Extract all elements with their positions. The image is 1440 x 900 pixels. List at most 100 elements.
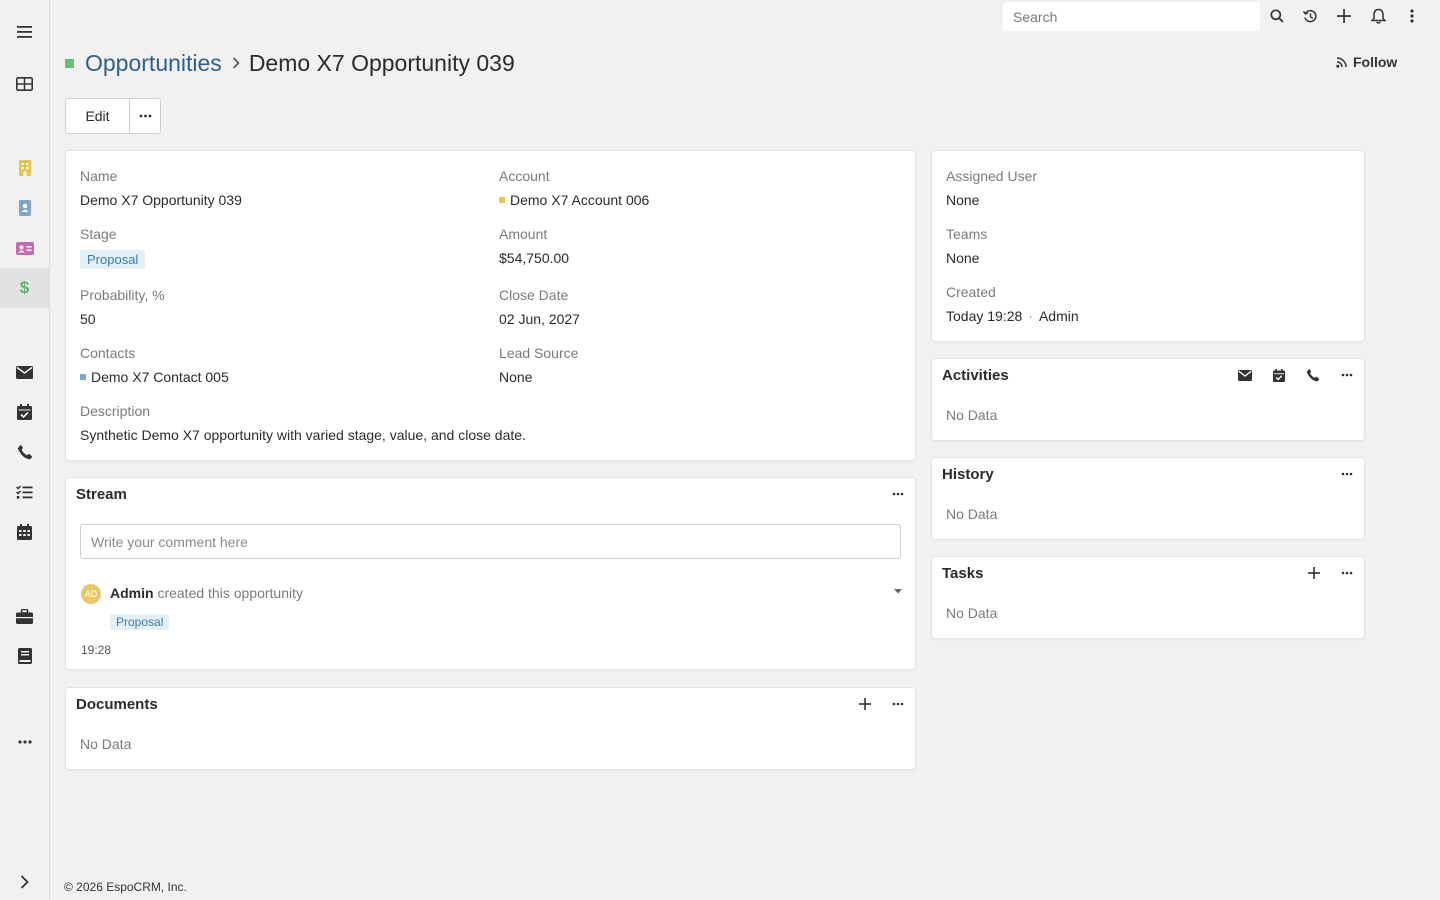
tasks-create-button[interactable] (1302, 562, 1326, 584)
stage-label: Stage (80, 226, 117, 242)
briefcase-icon (16, 608, 33, 624)
tasks-empty-text: No Data (946, 605, 998, 621)
compose-email-button[interactable] (1233, 364, 1257, 386)
documents-create-button[interactable] (853, 693, 877, 715)
account-color-dot (499, 197, 505, 203)
log-call-button[interactable] (1301, 364, 1325, 386)
teams-value: None (946, 250, 980, 266)
grid-icon (16, 77, 33, 91)
history-button[interactable] (1297, 4, 1323, 28)
search-button[interactable] (1264, 4, 1290, 28)
id-card-icon (15, 241, 34, 255)
history-icon (1302, 9, 1317, 22)
breadcrumb-chevron-icon (232, 57, 240, 69)
history-panel: History No Data (931, 457, 1365, 540)
hamburger-icon (16, 26, 32, 38)
close-date-label: Close Date (499, 287, 569, 303)
assigned-user-value: None (946, 192, 980, 208)
user-menu-button[interactable] (1399, 4, 1425, 28)
sidebar-item-emails[interactable] (0, 352, 49, 392)
caret-down-icon (894, 588, 902, 593)
phone-icon (1306, 368, 1320, 382)
sidebar-item-calls[interactable] (0, 432, 49, 472)
breadcrumb: Opportunities Demo X7 Opportunity 039 (65, 48, 515, 78)
breadcrumb-opportunities-link[interactable]: Opportunities (85, 50, 222, 77)
history-title: History (942, 466, 994, 483)
name-value: Demo X7 Opportunity 039 (80, 192, 242, 208)
sidebar-item-calendar[interactable] (0, 512, 49, 552)
notifications-button[interactable] (1365, 4, 1391, 28)
sidebar-item-knowledge-base[interactable] (0, 636, 49, 676)
avatar: AD (81, 584, 101, 604)
edit-button[interactable]: Edit (65, 98, 130, 134)
menu-toggle-button[interactable] (0, 12, 49, 52)
teams-label: Teams (946, 226, 988, 242)
stream-menu-button[interactable] (886, 483, 910, 505)
contact-book-icon (18, 200, 31, 216)
comment-input[interactable] (80, 524, 901, 559)
documents-panel: Documents No Data (65, 687, 916, 770)
created-label: Created (946, 284, 996, 300)
stream-stage-badge: Proposal (110, 614, 170, 630)
contacts-label: Contacts (80, 345, 136, 361)
contact-link[interactable]: Demo X7 Contact 005 (80, 369, 229, 385)
sidebar-item-dashboard[interactable] (0, 64, 49, 104)
ellipsis-icon (892, 492, 904, 496)
stream-author-link[interactable]: Admin (110, 585, 154, 601)
building-icon (18, 160, 31, 176)
activities-menu-button[interactable] (1335, 364, 1359, 386)
amount-value: $54,750.00 (499, 250, 570, 266)
activities-empty-text: No Data (946, 407, 998, 423)
phone-icon (17, 444, 32, 460)
tasks-menu-button[interactable] (1335, 562, 1359, 584)
stream-timestamp: 19:28 (81, 643, 112, 657)
quick-create-button[interactable] (1331, 4, 1357, 28)
history-menu-button[interactable] (1335, 463, 1359, 485)
account-value: Demo X7 Account 006 (510, 192, 650, 208)
stream-action-text: created this opportunity (153, 585, 303, 601)
stream-note-dropdown-button[interactable] (886, 580, 910, 602)
sidebar-item-opportunities[interactable]: $ (0, 268, 49, 308)
global-search-input[interactable] (1003, 2, 1260, 31)
sidebar-more-button[interactable] (0, 722, 49, 762)
calendar-icon (17, 524, 32, 540)
schedule-meeting-button[interactable] (1267, 364, 1291, 386)
calendar-check-icon (1273, 368, 1285, 382)
task-list-icon (16, 485, 33, 499)
dollar-icon: $ (19, 278, 30, 297)
bell-icon (1370, 8, 1386, 24)
ellipsis-icon (1341, 571, 1353, 575)
sidebar-item-contacts[interactable] (0, 188, 49, 228)
sidebar-item-tasks[interactable] (0, 472, 49, 512)
footer-copyright: © 2026 EspoCRM, Inc. (64, 880, 187, 894)
probability-value: 50 (80, 311, 96, 327)
account-link[interactable]: Demo X7 Account 006 (499, 192, 649, 208)
book-icon (17, 648, 32, 664)
stage-badge: Proposal (80, 250, 146, 269)
side-panel: Assigned User None Teams None Created To… (931, 150, 1365, 342)
description-label: Description (80, 403, 151, 419)
follow-button[interactable]: Follow (1336, 54, 1397, 70)
vertical-ellipsis-icon (1410, 9, 1414, 23)
tasks-title: Tasks (942, 565, 984, 582)
sidebar-item-cases[interactable] (0, 596, 49, 636)
ellipsis-icon (892, 702, 904, 706)
stream-title: Stream (76, 486, 127, 503)
created-by-link[interactable]: Admin (1039, 308, 1079, 324)
more-actions-button[interactable] (130, 98, 161, 134)
tasks-panel: Tasks No Data (931, 556, 1365, 639)
sidebar: $ (0, 0, 50, 900)
assigned-user-label: Assigned User (946, 168, 1038, 184)
stream-note: Admin created this opportunity (110, 585, 303, 601)
sidebar-item-meetings[interactable] (0, 392, 49, 432)
sidebar-item-leads[interactable] (0, 228, 49, 268)
documents-menu-button[interactable] (886, 693, 910, 715)
probability-label: Probability, % (80, 287, 165, 303)
record-actions: Edit (65, 98, 161, 134)
documents-title: Documents (76, 696, 158, 713)
page-title: Demo X7 Opportunity 039 (248, 49, 515, 76)
sidebar-expand-button[interactable] (0, 862, 49, 900)
ellipsis-icon (139, 114, 151, 118)
calendar-check-icon (17, 404, 32, 420)
sidebar-item-accounts[interactable] (0, 148, 49, 188)
